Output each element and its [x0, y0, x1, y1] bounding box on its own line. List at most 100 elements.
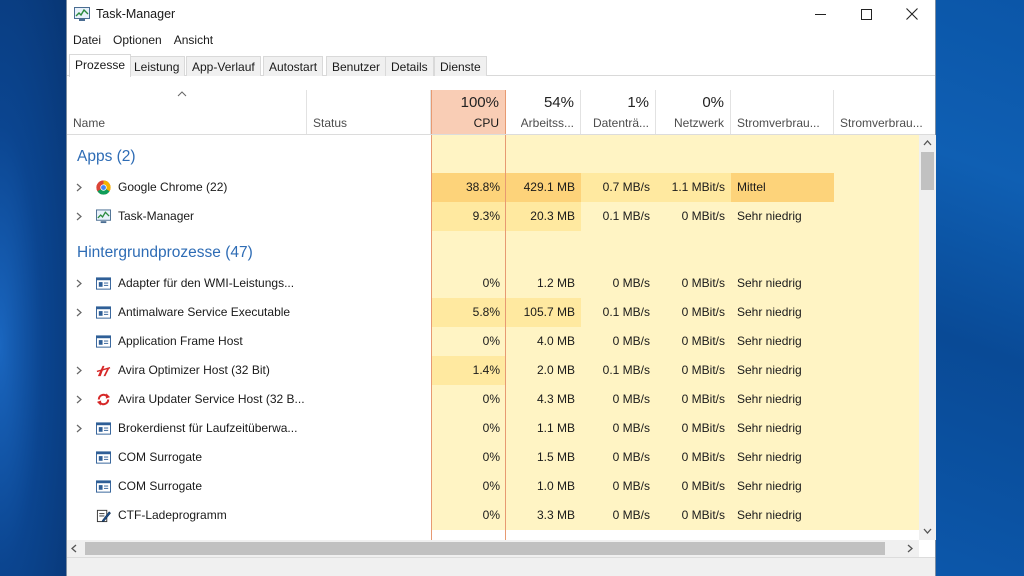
process-row[interactable]: COM Surrogate 0% 1.5 MB 0 MB/s 0 MBit/s Sehr …	[67, 443, 919, 472]
cell-power: Sehr niedrig	[731, 298, 834, 327]
process-row[interactable]: Avira Updater Service Host (32 B... 0% 4.3…	[67, 385, 919, 414]
process-row[interactable]: Task-Manager 9.3% 20.3 MB 0.1 MB/s 0 MBit/s S…	[67, 202, 919, 231]
disk-total-percent: 1%	[627, 94, 649, 111]
process-name: Antimalware Service Executable	[118, 305, 291, 319]
column-status[interactable]: Status	[307, 90, 431, 134]
close-button[interactable]	[889, 0, 935, 28]
process-name: COM Surrogate	[118, 450, 203, 464]
column-power-trend[interactable]: Stromverbrau...	[834, 90, 935, 134]
network-total-percent: 0%	[702, 94, 724, 111]
process-row[interactable]: Antimalware Service Executable 5.8% 105.7 …	[67, 298, 919, 327]
cell-cpu: 0%	[431, 327, 506, 356]
cell-cpu: 0%	[431, 269, 506, 298]
service-window-icon	[96, 450, 111, 465]
cell-power-trend	[834, 443, 919, 472]
tab-details[interactable]: Details	[385, 56, 434, 76]
cell-disk: 0 MB/s	[581, 385, 656, 414]
process-row[interactable]: CTF-Ladeprogramm 0% 3.3 MB 0 MB/s 0 MBit/s Se…	[67, 501, 919, 530]
column-memory[interactable]: 54% Arbeitss...	[506, 90, 581, 134]
cell-mem: 4.3 MB	[506, 385, 581, 414]
service-window-icon	[96, 421, 111, 436]
cell-mem: 1.2 MB	[506, 269, 581, 298]
column-name[interactable]: Name	[67, 90, 307, 134]
process-name: Google Chrome (22)	[118, 180, 228, 194]
menu-optionen[interactable]: Optionen	[107, 30, 168, 50]
column-network[interactable]: 0% Netzwerk	[656, 90, 731, 134]
column-memory-label: Arbeitss...	[520, 116, 574, 130]
close-icon	[906, 8, 918, 20]
process-row[interactable]: Google Chrome (22) 38.8% 429.1 MB 0.7 MB/s 1…	[67, 173, 919, 202]
column-disk[interactable]: 1% Datenträ...	[581, 90, 656, 134]
process-name: Adapter für den WMI-Leistungs...	[118, 276, 295, 290]
tab-dienste[interactable]: Dienste	[434, 56, 487, 76]
scroll-down-icon[interactable]	[923, 528, 932, 534]
minimize-button[interactable]	[797, 0, 843, 28]
expand-chevron-icon[interactable]	[75, 366, 83, 375]
tab-leistung[interactable]: Leistung	[128, 56, 186, 76]
minimize-icon	[814, 13, 826, 15]
menu-datei[interactable]: Datei	[67, 30, 107, 50]
tab-prozesse[interactable]: Prozesse	[69, 54, 132, 77]
cell-mem: 2.0 MB	[506, 356, 581, 385]
cell-disk: 0 MB/s	[581, 501, 656, 530]
horizontal-scroll-thumb[interactable]	[85, 542, 885, 555]
process-row[interactable]: Brokerdienst für Laufzeitüberwa... 0% 1.1 …	[67, 414, 919, 443]
tab-benutzer[interactable]: Benutzer	[326, 56, 387, 76]
column-status-label: Status	[313, 116, 348, 130]
column-header: Name Status 100% CPU 54% Arbeitss... 1% …	[67, 90, 935, 135]
cell-cpu: 1.4%	[431, 356, 506, 385]
cell-cpu: 0%	[431, 385, 506, 414]
menu-ansicht[interactable]: Ansicht	[168, 30, 219, 50]
cell-cpu: 38.8%	[431, 173, 506, 202]
cell-power-trend	[834, 173, 919, 202]
column-network-label: Netzwerk	[673, 116, 724, 130]
title-bar[interactable]: Task-Manager	[67, 0, 935, 28]
cell-power: Sehr niedrig	[731, 356, 834, 385]
desktop-background-right	[936, 0, 1024, 576]
column-cpu[interactable]: 100% CPU	[431, 90, 506, 134]
process-name: Task-Manager	[118, 209, 195, 223]
cell-disk: 0 MB/s	[581, 414, 656, 443]
cell-cpu: 0%	[431, 443, 506, 472]
cpu-total-percent: 100%	[460, 94, 499, 111]
scroll-right-icon[interactable]	[907, 544, 913, 553]
cell-disk: 0 MB/s	[581, 269, 656, 298]
scroll-left-icon[interactable]	[71, 544, 77, 553]
cell-disk: 0 MB/s	[581, 443, 656, 472]
process-list: Apps (2) Google Chrome (22) 38.8% 429.1 MB 0…	[67, 135, 919, 540]
cell-net: 0 MBit/s	[656, 356, 731, 385]
process-row[interactable]: Application Frame Host 0% 4.0 MB 0 MB/s 0 MB…	[67, 327, 919, 356]
cell-power-trend	[834, 202, 919, 231]
cell-power: Sehr niedrig	[731, 385, 834, 414]
vertical-scroll-thumb[interactable]	[921, 152, 934, 190]
process-row[interactable]: Avira Optimizer Host (32 Bit) 1.4% 2.0 MB 0…	[67, 356, 919, 385]
process-row[interactable]: COM Surrogate 0% 1.0 MB 0 MB/s 0 MBit/s Sehr …	[67, 472, 919, 501]
maximize-icon	[860, 8, 872, 20]
cell-mem: 1.1 MB	[506, 414, 581, 443]
cell-power: Mittel	[731, 173, 834, 202]
vertical-scrollbar[interactable]	[919, 135, 936, 540]
column-name-label: Name	[73, 116, 106, 130]
desktop-background-left	[0, 0, 66, 576]
column-power[interactable]: Stromverbrau...	[731, 90, 834, 134]
process-row[interactable]: Adapter für den WMI-Leistungs... 0% 1.2 MB…	[67, 269, 919, 298]
expand-chevron-icon[interactable]	[75, 395, 83, 404]
cell-net: 0 MBit/s	[656, 414, 731, 443]
expand-chevron-icon[interactable]	[75, 279, 83, 288]
expand-chevron-icon[interactable]	[75, 308, 83, 317]
tab-app-verlauf[interactable]: App-Verlauf	[186, 56, 261, 76]
expand-chevron-icon[interactable]	[75, 183, 83, 192]
cell-mem: 1.5 MB	[506, 443, 581, 472]
cell-power: Sehr niedrig	[731, 443, 834, 472]
cell-net: 0 MBit/s	[656, 472, 731, 501]
scroll-up-icon[interactable]	[923, 140, 932, 146]
expand-chevron-icon[interactable]	[75, 212, 83, 221]
service-window-icon	[96, 305, 111, 320]
tab-autostart[interactable]: Autostart	[263, 56, 324, 76]
cell-power-trend	[834, 269, 919, 298]
expand-chevron-icon[interactable]	[75, 424, 83, 433]
cell-disk: 0 MB/s	[581, 472, 656, 501]
maximize-button[interactable]	[843, 0, 889, 28]
horizontal-scrollbar[interactable]	[67, 540, 919, 557]
ctf-loader-icon	[96, 508, 111, 523]
